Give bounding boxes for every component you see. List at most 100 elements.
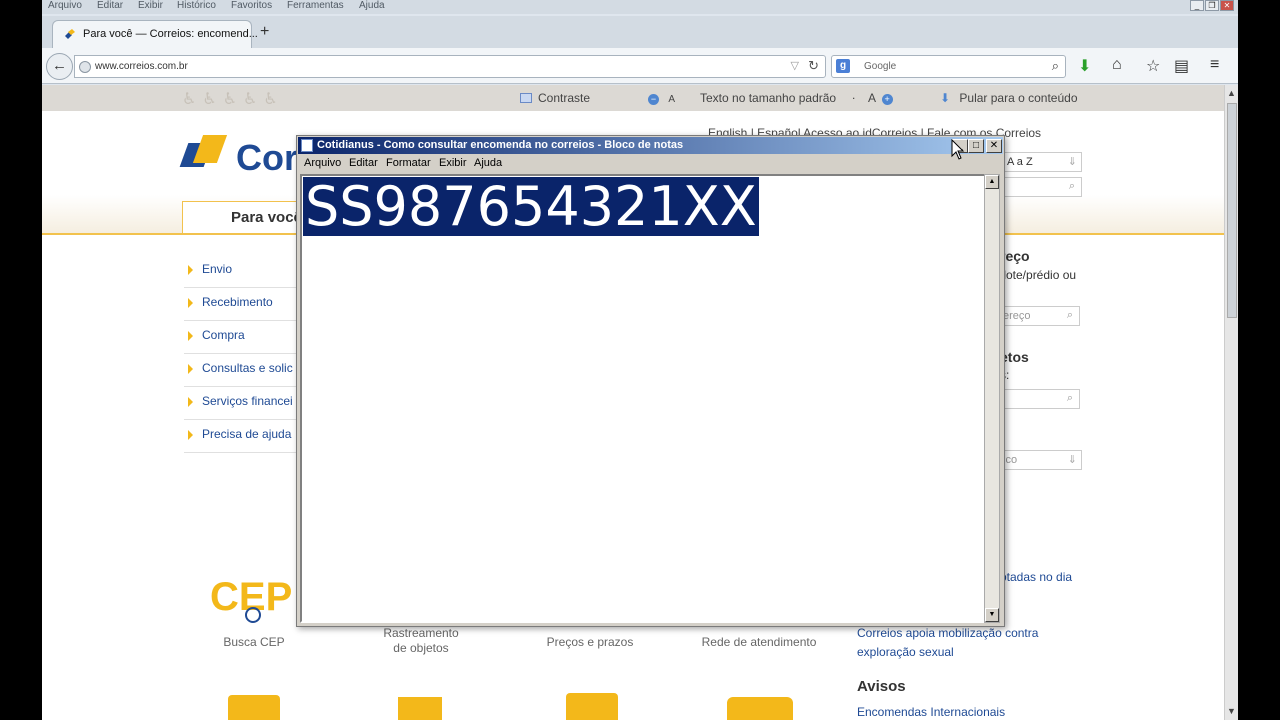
new-tab-button[interactable]: +: [260, 23, 269, 41]
search-bar[interactable]: g Google ⌕: [831, 55, 1066, 78]
notepad-window: Cotidianus - Como consultar encomenda no…: [296, 135, 1005, 627]
endereco-text: /lote/prédio ou: [1000, 268, 1077, 282]
notepad-menubar: Arquivo Editar Formatar Exibir Ajuda: [298, 155, 1003, 173]
objetos-input[interactable]: ⌕: [1000, 389, 1080, 409]
np-menu-editar[interactable]: Editar: [349, 157, 378, 169]
site-search-input[interactable]: ⌕: [1000, 177, 1082, 197]
crosshair-icon: [245, 607, 261, 623]
dot-separator: .: [852, 88, 856, 102]
font-default[interactable]: Texto no tamanho padrão: [700, 91, 836, 105]
notepad-text-area[interactable]: SS987654321XX: [300, 174, 986, 623]
font-minus-label: A: [668, 94, 676, 105]
tab-strip: Para você — Correios: encomend... +: [42, 16, 1238, 48]
arrow-down-icon: ⬇: [940, 91, 951, 105]
search-magnifier-icon[interactable]: ⌕: [1052, 58, 1059, 74]
menu-editar[interactable]: Editar: [97, 0, 123, 11]
search-icon: ⌕: [1066, 309, 1073, 321]
notepad-icon: [301, 139, 313, 152]
notepad-scrollbar[interactable]: ▲ ▼: [984, 174, 1000, 623]
selected-tracking-code[interactable]: SS987654321XX: [303, 177, 759, 236]
minus-icon: −: [648, 94, 659, 105]
avisos-title: Avisos: [857, 678, 906, 695]
servico-select[interactable]: ico ⇓: [1000, 450, 1082, 470]
home-icon[interactable]: ⌂: [1112, 56, 1122, 74]
google-engine-icon[interactable]: g: [836, 59, 850, 73]
rede-atendimento-label[interactable]: Rede de atendimento: [694, 635, 824, 649]
contrast-toggle[interactable]: Contraste: [520, 91, 590, 105]
a-z-select[interactable]: A a Z ⇓: [1000, 152, 1082, 172]
logo-yellow-shape: [192, 135, 228, 163]
scroll-up-icon[interactable]: ▲: [1227, 88, 1236, 98]
back-button[interactable]: ←: [46, 53, 73, 80]
menu-icon[interactable]: ≡: [1210, 56, 1219, 74]
globe-icon: [79, 61, 91, 73]
navigation-bar: ← www.correios.com.br ▽ ↻ g Google ⌕ ⬇ ⌂…: [42, 48, 1238, 84]
endereco-input[interactable]: ereço ⌕: [1000, 306, 1080, 326]
bookmark-star-icon[interactable]: ☆: [1146, 56, 1160, 76]
skip-to-content[interactable]: ⬇ Pular para o conteúdo: [940, 91, 1078, 105]
servico-placeholder: ico: [1003, 454, 1018, 466]
scroll-down-icon[interactable]: ▼: [1227, 706, 1236, 716]
browser-menubar: Arquivo Editar Exibir Histórico Favorito…: [42, 0, 1238, 14]
news-link-2[interactable]: Correios apoia mobilização contra explor…: [857, 624, 1057, 662]
url-bar[interactable]: www.correios.com.br ▽ ↻: [74, 55, 826, 78]
minimize-icon[interactable]: _: [1190, 0, 1204, 11]
page-scrollbar[interactable]: ▲ ▼: [1224, 85, 1238, 720]
np-scroll-down-icon[interactable]: ▼: [985, 608, 999, 622]
skip-label: Pular para o conteúdo: [959, 91, 1078, 105]
search-placeholder: Google: [864, 61, 897, 72]
menu-exibir[interactable]: Exibir: [138, 0, 163, 11]
accessibility-silhouettes-icon: ♿♿♿♿♿: [182, 91, 284, 108]
precos-prazos-label[interactable]: Preços e prazos: [538, 635, 642, 649]
tab-title: Para você — Correios: encomend...: [83, 28, 258, 40]
cart-icon[interactable]: [398, 697, 442, 720]
np-menu-formatar[interactable]: Formatar: [386, 157, 431, 169]
reload-icon[interactable]: ↻: [808, 58, 819, 74]
notepad-title: Cotidianus - Como consultar encomenda no…: [317, 139, 684, 151]
np-scroll-up-icon[interactable]: ▲: [985, 175, 999, 189]
news-link-1[interactable]: otadas no dia: [1000, 570, 1072, 584]
reader-icon[interactable]: ▤: [1174, 56, 1189, 76]
rastreamento-label[interactable]: Rastreamento de objetos: [371, 626, 471, 656]
font-decrease[interactable]: − A: [648, 91, 675, 105]
accessibility-bar: ♿♿♿♿♿ Contraste − A Texto no tamanho pad…: [42, 85, 1224, 111]
menu-historico[interactable]: Histórico: [177, 0, 216, 11]
plus-icon: +: [881, 94, 893, 105]
avisos-link[interactable]: Encomendas Internacionais: [857, 705, 1005, 719]
tab-correios[interactable]: Para você — Correios: encomend...: [52, 20, 258, 48]
notepad-maximize-button[interactable]: □: [968, 139, 984, 153]
chevron-down-icon: ⇓: [1067, 454, 1077, 466]
np-menu-ajuda[interactable]: Ajuda: [474, 157, 502, 169]
chevron-down-icon: ⇓: [1067, 156, 1077, 168]
close-icon[interactable]: ✕: [1220, 0, 1234, 11]
logo-text: Cor: [236, 137, 298, 178]
mouse-cursor-icon: [951, 139, 965, 160]
url-text: www.correios.com.br: [95, 61, 188, 72]
endereco-input-placeholder: ereço: [1003, 310, 1031, 322]
np-menu-exibir[interactable]: Exibir: [439, 157, 467, 169]
download-icon[interactable]: ⬇: [1078, 56, 1091, 76]
restore-icon[interactable]: ❐: [1205, 0, 1219, 11]
scroll-thumb[interactable]: [1227, 103, 1237, 318]
menu-ferramentas[interactable]: Ferramentas: [287, 0, 344, 11]
font-increase[interactable]: A +: [868, 91, 893, 105]
notepad-titlebar[interactable]: Cotidianus - Como consultar encomenda no…: [298, 137, 1003, 154]
menu-favoritos[interactable]: Favoritos: [231, 0, 272, 11]
correios-favicon-icon: [65, 29, 75, 39]
a-z-label: A a Z: [1007, 156, 1033, 168]
package-icon[interactable]: [228, 695, 280, 720]
menu-arquivo[interactable]: Arquivo: [48, 0, 82, 11]
contrast-label: Contraste: [538, 91, 591, 105]
search-icon: ⌕: [1066, 392, 1073, 404]
correios-logo[interactable]: Cor: [179, 135, 304, 178]
font-plus-label: A: [868, 91, 876, 105]
notepad-close-button[interactable]: ✕: [986, 139, 1002, 153]
box-icon[interactable]: [566, 693, 618, 720]
busca-cep-label[interactable]: Busca CEP: [212, 635, 296, 649]
mailbox-icon[interactable]: [727, 697, 793, 720]
search-icon: ⌕: [1068, 180, 1075, 192]
history-dropdown-icon[interactable]: ▽: [791, 59, 799, 72]
np-menu-arquivo[interactable]: Arquivo: [304, 157, 341, 169]
menu-ajuda[interactable]: Ajuda: [359, 0, 385, 11]
window-controls: _ ❐ ✕: [1190, 0, 1234, 12]
